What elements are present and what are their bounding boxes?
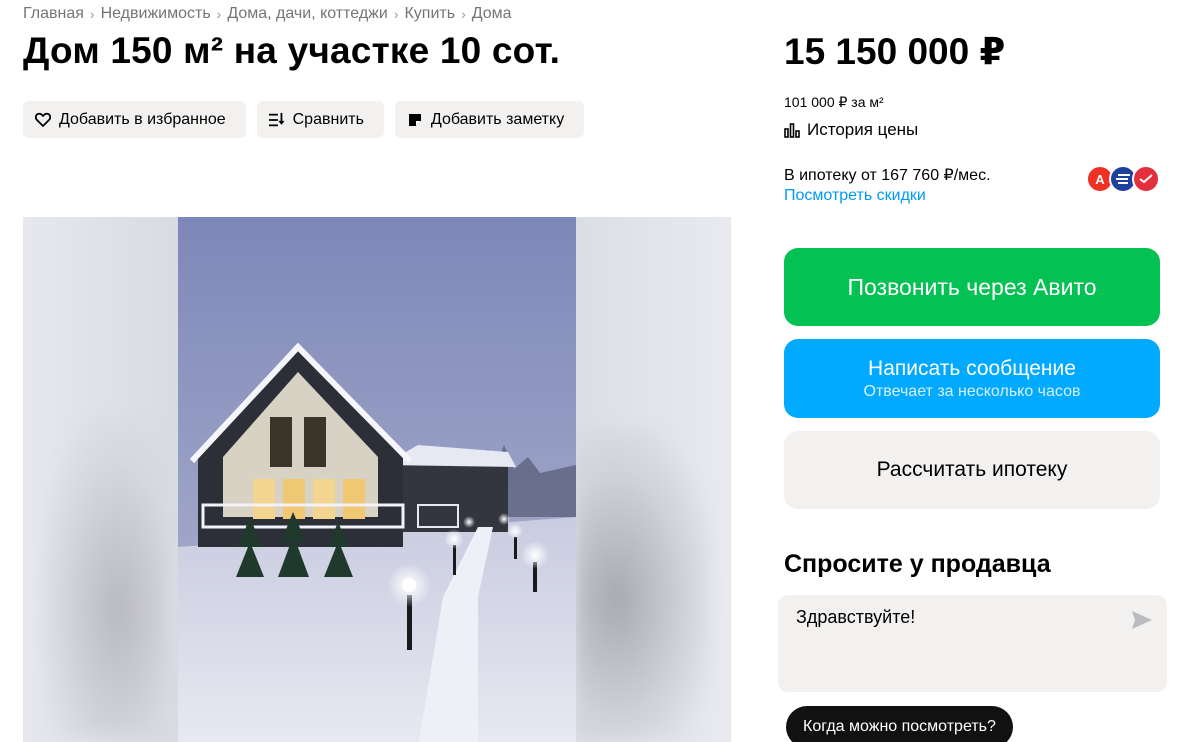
heart-icon — [35, 112, 51, 128]
compare-icon — [268, 112, 285, 128]
price-per-meter: 101 000 ₽ за м² — [784, 94, 884, 110]
quick-reply-when-view[interactable]: Когда можно посмотреть? — [786, 706, 1013, 742]
compare-label: Сравнить — [292, 110, 364, 128]
photo-gallery[interactable] — [23, 217, 731, 742]
listing-actions: Добавить в избранное Сравнить Добавить з… — [23, 101, 585, 138]
chevron-right-icon: › — [393, 6, 399, 22]
add-note-label: Добавить заметку — [430, 110, 565, 128]
view-discounts-link[interactable]: Посмотреть скидки — [784, 187, 926, 205]
message-input[interactable]: Здравствуйте! — [778, 595, 1167, 692]
bank-check-icon — [1132, 165, 1160, 193]
calculate-mortgage-label: Рассчитать ипотеку — [876, 458, 1068, 481]
price: 15 150 000 ₽ — [784, 31, 1006, 72]
breadcrumb-item-home[interactable]: Главная — [23, 5, 84, 23]
breadcrumb-item-realty[interactable]: Недвижимость — [101, 5, 211, 23]
ask-seller-title: Спросите у продавца — [784, 550, 1051, 578]
breadcrumb: Главная › Недвижимость › Дома, дачи, кот… — [23, 5, 512, 23]
bank-logos[interactable]: А — [1086, 165, 1160, 195]
quick-reply-label: Когда можно посмотреть? — [803, 718, 996, 735]
price-history-link[interactable]: История цены — [784, 120, 918, 140]
calculate-mortgage-button[interactable]: Рассчитать ипотеку — [784, 431, 1160, 509]
compare-button[interactable]: Сравнить — [256, 101, 384, 138]
house-photo[interactable] — [178, 217, 576, 742]
gallery-next-preview[interactable] — [576, 217, 731, 742]
call-via-avito-button[interactable]: Позвонить через Авито — [784, 248, 1160, 326]
response-time-label: Отвечает за несколько часов — [863, 382, 1081, 400]
bar-chart-icon — [784, 122, 800, 138]
page-title: Дом 150 м² на участке 10 сот. — [23, 30, 561, 71]
call-button-label: Позвонить через Авито — [847, 273, 1097, 300]
write-message-button[interactable]: Написать сообщение Отвечает за несколько… — [784, 339, 1160, 418]
write-message-label: Написать сообщение — [868, 356, 1076, 380]
chevron-right-icon: › — [216, 6, 222, 22]
breadcrumb-item-buy[interactable]: Купить — [404, 5, 455, 23]
price-history-label: История цены — [807, 120, 919, 139]
mortgage-monthly: В ипотеку от 167 760 ₽/мес. — [784, 167, 991, 184]
add-note-button[interactable]: Добавить заметку — [394, 101, 585, 138]
chevron-right-icon: › — [461, 6, 466, 22]
gallery-prev-preview[interactable] — [23, 217, 178, 742]
breadcrumb-item-houses-category[interactable]: Дома, дачи, коттеджи — [227, 5, 387, 23]
breadcrumb-item-houses[interactable]: Дома — [472, 5, 512, 23]
send-icon[interactable] — [1132, 611, 1152, 629]
add-to-favorites-label: Добавить в избранное — [59, 110, 226, 128]
add-to-favorites-button[interactable]: Добавить в избранное — [23, 101, 246, 138]
note-icon — [407, 112, 423, 128]
chevron-right-icon: › — [89, 6, 95, 22]
message-input-value: Здравствуйте! — [796, 607, 916, 627]
